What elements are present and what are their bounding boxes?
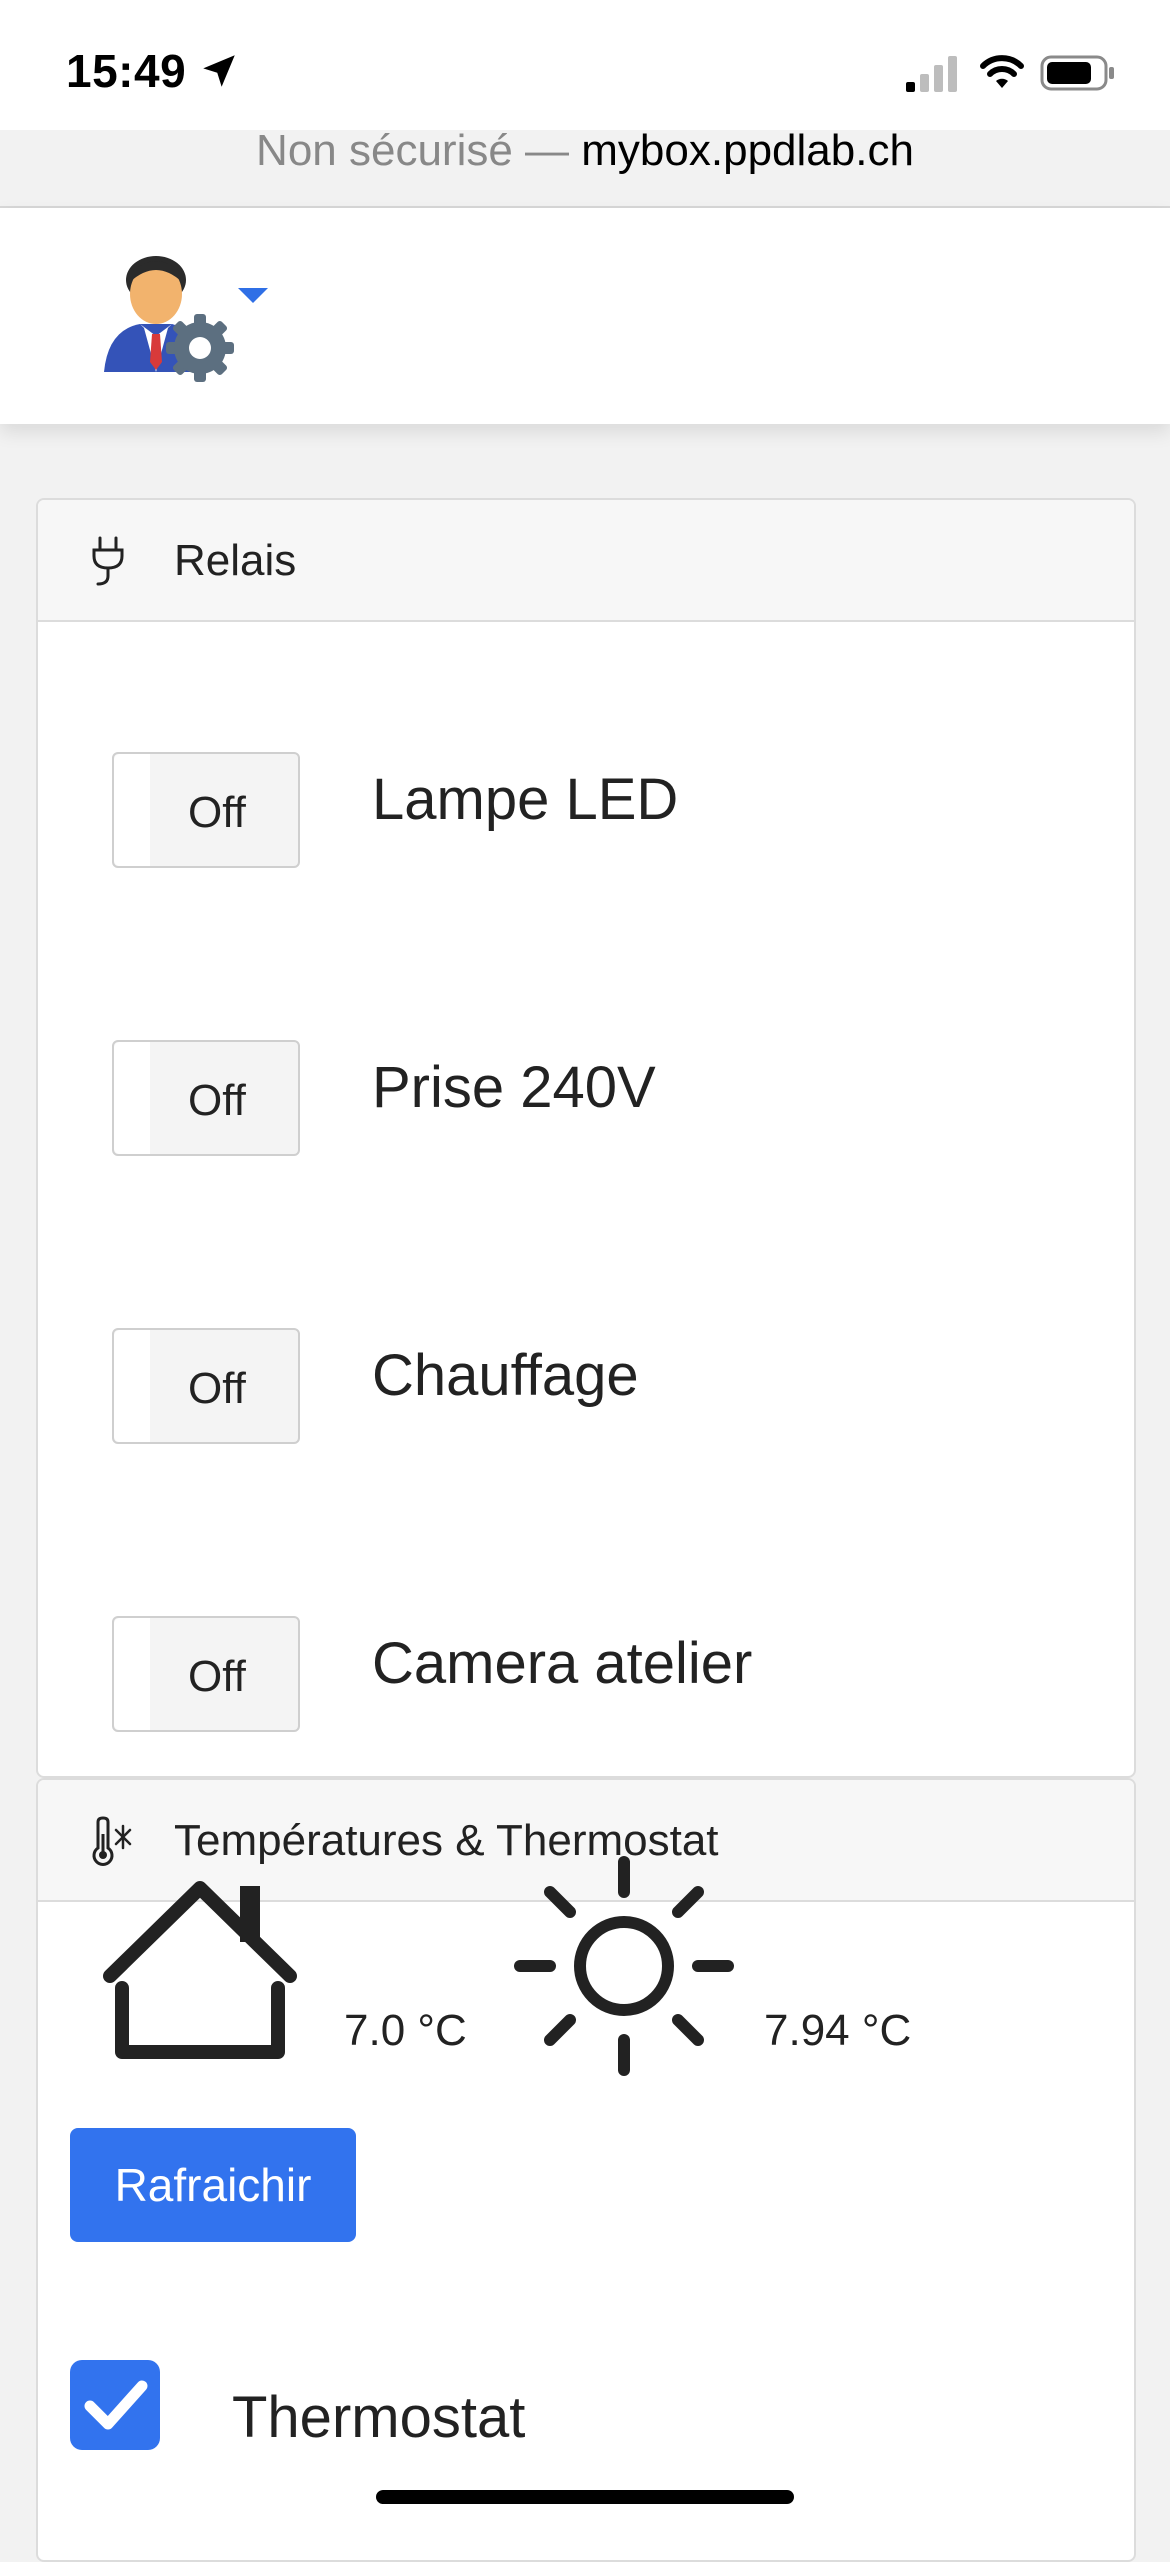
toggle-state-label: Off (188, 1076, 246, 1125)
temperatures-card: Températures & Thermostat 7.0 °C 7.94 °C… (36, 1778, 1136, 2562)
relais-card-header: Relais (38, 500, 1134, 622)
toggle-state-label: Off (188, 1364, 246, 1413)
wifi-icon (980, 55, 1024, 88)
url-host: mybox.ppdlab.ch (581, 126, 914, 175)
relay-row: Off Lampe LED (38, 752, 1134, 872)
top-navbar (0, 208, 1170, 424)
sun-icon (514, 1856, 734, 2076)
caret-down-icon[interactable] (238, 288, 268, 303)
relay-toggle-camera-atelier[interactable]: Off (112, 1616, 300, 1732)
relay-name: Lampe LED (372, 767, 679, 832)
toggle-state-label: Off (188, 788, 246, 837)
house-icon (103, 1881, 297, 2059)
cell-signal-icon (906, 56, 957, 92)
relay-toggle-chauffage[interactable]: Off (112, 1328, 300, 1444)
toggle-knob (114, 1618, 150, 1730)
toggle-state-label: Off (188, 1652, 246, 1701)
toggle-knob (114, 1330, 150, 1442)
relay-name: Prise 240V (372, 1055, 656, 1120)
status-time: 15:49 (66, 45, 187, 97)
relay-name: Chauffage (372, 1343, 639, 1408)
thermostat-checkbox[interactable] (70, 2360, 160, 2450)
toggle-knob (114, 754, 150, 866)
thermostat-label: Thermostat (232, 2385, 526, 2450)
relay-name: Camera atelier (372, 1631, 753, 1696)
status-bar: 15:49 Non sécurisé — mybox.ppdlab.ch (0, 0, 1170, 175)
home-indicator[interactable] (376, 2490, 794, 2504)
outdoor-temperature: 7.94 °C (764, 2006, 912, 2055)
thermometer-snow-icon (92, 1816, 132, 1866)
indoor-temperature: 7.0 °C (344, 2006, 467, 2055)
location-arrow-icon (203, 55, 235, 87)
checkmark-icon (84, 2380, 148, 2430)
security-label: Non sécurisé — (256, 126, 582, 175)
plug-icon (92, 536, 124, 586)
relay-toggle-prise-240v[interactable]: Off (112, 1040, 300, 1156)
battery-icon (1040, 55, 1114, 91)
relais-card: Relais Off Lampe LED Off Prise 240V Off … (36, 498, 1136, 1778)
refresh-button[interactable]: Rafraichir (70, 2128, 356, 2242)
toggle-knob (114, 1042, 150, 1154)
relay-toggle-lampe-led[interactable]: Off (112, 752, 300, 868)
relay-row: Off Chauffage (38, 1328, 1134, 1448)
admin-user-gear-icon[interactable] (100, 244, 240, 388)
address-bar[interactable]: Non sécurisé — mybox.ppdlab.ch (0, 126, 1170, 176)
relais-title: Relais (174, 536, 297, 585)
relay-row: Off Prise 240V (38, 1040, 1134, 1160)
relay-row: Off Camera atelier (38, 1616, 1134, 1736)
